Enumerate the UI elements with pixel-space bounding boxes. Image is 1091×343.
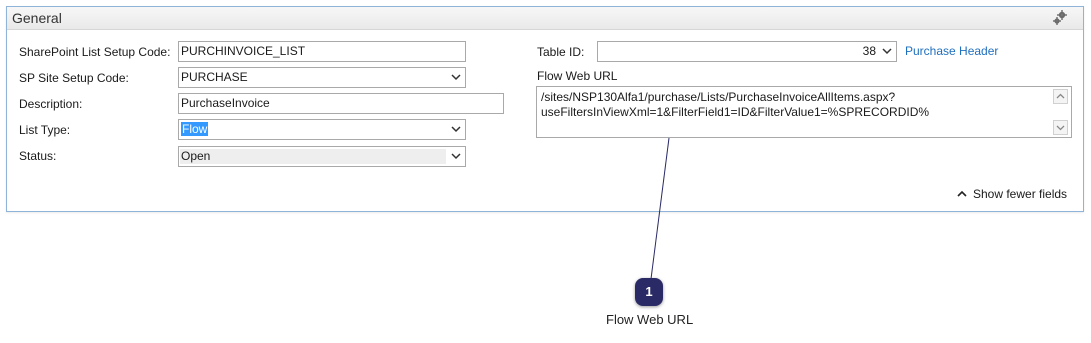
callout-connector [650,137,670,280]
callout-badge: 1 [635,278,663,306]
callout-label: Flow Web URL [606,312,694,327]
